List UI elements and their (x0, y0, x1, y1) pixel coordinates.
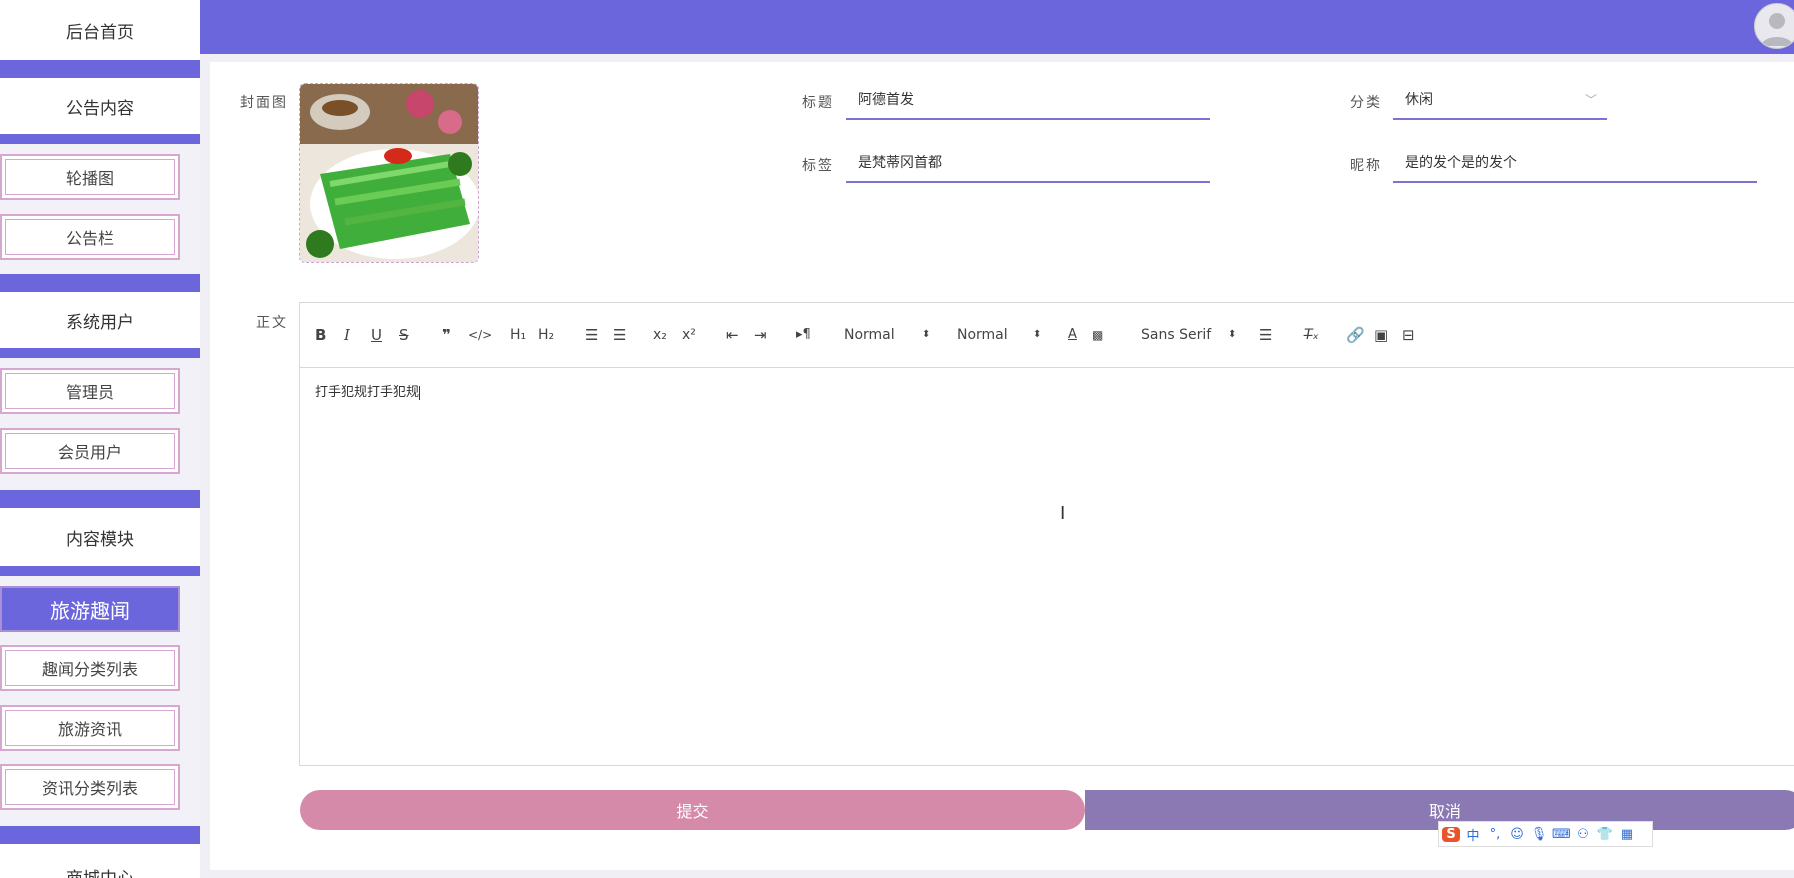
font-select[interactable]: Sans Serif ⬍ (1141, 324, 1236, 346)
ime-toolbar[interactable]: S 中 °, ☺ 🎙 ⌨ ⚇ 👕 ▦ (1438, 821, 1653, 847)
sidebar-group-users[interactable]: 系统用户 (0, 292, 200, 348)
nickname-input[interactable]: 是的发个是的发个 (1393, 143, 1757, 183)
category-value: 休闲 (1405, 92, 1433, 108)
superscript-button[interactable]: x² (682, 324, 696, 346)
editor-toolbar: B I U S ❞ </> H₁ H₂ ☰ ☰ x₂ x² ⇤ ⇥ ▸¶ Nor… (300, 303, 1794, 368)
sidebar-item-news-categories[interactable]: 资讯分类列表 (0, 764, 180, 810)
body-label: 正文 (256, 315, 288, 331)
select-arrows-icon: ⬍ (1033, 329, 1042, 340)
select-arrows-icon: ⬍ (922, 329, 931, 340)
text-caret (419, 385, 421, 400)
direction-button[interactable]: ▸¶ (796, 324, 811, 346)
sidebar: 后台首页 公告内容 轮播图 公告栏 系统用户 管理员 会员用户 内容模块 旅游趣… (0, 0, 200, 878)
indent-button[interactable]: ⇥ (754, 324, 767, 346)
toolbox-icon[interactable]: ▦ (1618, 827, 1636, 842)
sidebar-divider (0, 274, 200, 292)
sidebar-item-carousel[interactable]: 轮播图 (0, 154, 180, 200)
sidebar-divider (0, 134, 200, 144)
emoji-icon[interactable]: ☺ (1508, 827, 1526, 842)
tag-input[interactable]: 是梵蒂冈首都 (846, 143, 1210, 183)
image-icon[interactable]: ▣ (1374, 324, 1388, 346)
header-select-value: Normal (957, 327, 1008, 343)
skin-icon[interactable]: 👕 (1596, 827, 1614, 842)
sidebar-item-travel-anecdotes[interactable]: 旅游趣闻 (0, 586, 180, 632)
category-label: 分类 (1350, 95, 1382, 111)
sidebar-divider (0, 826, 200, 844)
text-cursor-icon: I (1060, 503, 1066, 524)
keyboard-icon[interactable]: ⌨ (1552, 827, 1571, 842)
size-select-value: Normal (844, 327, 895, 343)
link-icon[interactable]: 🔗 (1346, 324, 1365, 346)
sidebar-group-content[interactable]: 内容模块 (0, 508, 200, 566)
ime-lang-toggle[interactable]: 中 (1464, 825, 1482, 844)
align-icon[interactable]: ☰ (1259, 324, 1272, 346)
title-input[interactable]: 阿德首发 (846, 80, 1210, 120)
background-color-icon[interactable]: ▩ (1092, 324, 1103, 346)
sidebar-item-admin[interactable]: 管理员 (0, 368, 180, 414)
nickname-label: 昵称 (1350, 158, 1382, 174)
chevron-down-icon: ﹀ (1584, 93, 1597, 107)
font-select-value: Sans Serif (1141, 327, 1212, 343)
font-color-icon[interactable]: A (1068, 324, 1077, 346)
sidebar-divider (0, 60, 200, 78)
quote-button[interactable]: ❞ (442, 324, 451, 346)
cover-label: 封面图 (240, 95, 288, 111)
punctuation-icon[interactable]: °, (1486, 827, 1504, 842)
select-arrows-icon: ⬍ (1228, 329, 1237, 340)
outdent-button[interactable]: ⇤ (726, 324, 739, 346)
ime-logo-icon[interactable]: S (1442, 826, 1460, 842)
h2-button[interactable]: H₂ (538, 324, 554, 346)
submit-button[interactable]: 提交 (300, 790, 1085, 830)
user-avatar-icon[interactable] (1754, 3, 1794, 49)
sidebar-item-bulletin[interactable]: 公告栏 (0, 214, 180, 260)
editor-text: 打手犯规打手犯规 (315, 385, 420, 400)
editor-content[interactable]: 打手犯规打手犯规 (315, 381, 421, 400)
sidebar-home[interactable]: 后台首页 (0, 0, 200, 60)
sidebar-divider (0, 348, 200, 358)
cover-image (300, 84, 478, 262)
rich-text-editor[interactable]: B I U S ❞ </> H₁ H₂ ☰ ☰ x₂ x² ⇤ ⇥ ▸¶ Nor… (299, 302, 1794, 766)
sidebar-item-travel-news[interactable]: 旅游资讯 (0, 705, 180, 751)
sidebar-group-mall[interactable]: 商城中心 (0, 844, 200, 878)
sidebar-divider (0, 490, 200, 508)
size-select[interactable]: Normal ⬍ (844, 324, 931, 346)
title-label: 标题 (802, 95, 834, 111)
tag-label: 标签 (802, 158, 834, 174)
category-select[interactable]: 休闲 ﹀ (1393, 80, 1607, 120)
bullet-list-button[interactable]: ☰ (613, 324, 626, 346)
bold-button[interactable]: B (315, 324, 326, 346)
sidebar-group-notice[interactable]: 公告内容 (0, 78, 200, 134)
h1-button[interactable]: H₁ (510, 324, 526, 346)
underline-button[interactable]: U (371, 324, 382, 346)
sidebar-item-members[interactable]: 会员用户 (0, 428, 180, 474)
sidebar-item-anecdote-categories[interactable]: 趣闻分类列表 (0, 645, 180, 691)
code-button[interactable]: </> (468, 324, 492, 346)
top-bar (200, 0, 1794, 54)
ordered-list-button[interactable]: ☰ (585, 324, 598, 346)
header-select[interactable]: Normal ⬍ (957, 324, 1042, 346)
italic-button[interactable]: I (344, 324, 350, 346)
edit-form: 封面图 标题 阿德首发 分类 休闲 ﹀ 标签 是梵蒂冈首都 昵称 是的发个是的发… (210, 62, 1794, 870)
user-icon[interactable]: ⚇ (1574, 827, 1592, 842)
subscript-button[interactable]: x₂ (653, 324, 667, 346)
video-icon[interactable]: ⊟ (1402, 324, 1415, 346)
clear-format-icon[interactable]: T̶ₓ (1304, 324, 1319, 346)
strike-button[interactable]: S (399, 324, 409, 346)
sidebar-divider (0, 566, 200, 576)
microphone-icon[interactable]: 🎙 (1530, 827, 1548, 842)
cover-image-upload[interactable] (299, 83, 479, 263)
